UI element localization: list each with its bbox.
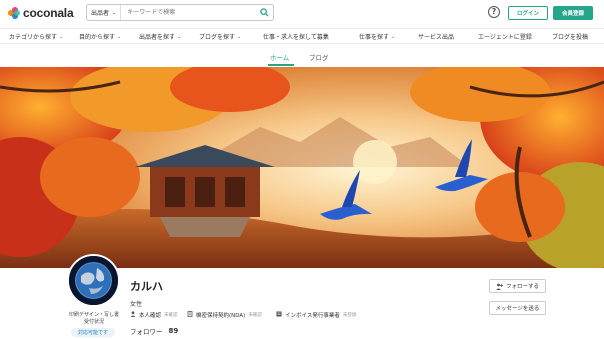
verification-status: 未確認 <box>248 313 262 318</box>
verification-label: 機密保持契約(NDA) <box>196 313 246 319</box>
search-button[interactable] <box>255 5 273 20</box>
search-input[interactable] <box>121 5 255 20</box>
status-badge: 対応可能です <box>71 328 115 337</box>
catnav-item-job-post[interactable]: 仕事・求人を探して募集 <box>263 32 329 41</box>
chevron-down-icon: ⌄ <box>391 33 396 40</box>
catnav-label: 仕事・求人を探して募集 <box>263 34 329 41</box>
catnav-label: 出品者を探す <box>139 34 176 41</box>
catnav-label: 目的から探す <box>79 34 116 41</box>
register-button[interactable]: 会員登録 <box>553 6 593 20</box>
verification-status: 未登録 <box>342 313 357 318</box>
message-button-label: メッセージを送る <box>495 306 540 312</box>
login-button[interactable]: ログイン <box>508 6 548 20</box>
avatar-caption: 印刷デザイン・写し書 受付状況 <box>68 312 119 325</box>
earth-avatar-icon <box>69 256 118 305</box>
logo[interactable]: coconala <box>8 6 74 20</box>
active-tab-indicator <box>268 64 294 66</box>
verification-label: インボイス発行事業者 <box>285 313 340 319</box>
catnav-label: サービス出品 <box>418 34 455 41</box>
catnav-item-sell-service[interactable]: サービス出品 <box>418 32 454 41</box>
invoice-icon <box>276 311 282 319</box>
verification-status: 未確認 <box>164 313 178 318</box>
profile-page: coconala 出品者 ⌄ ? ログイン 会員登録 カテゴリから探す⌄ 目的か… <box>0 0 604 339</box>
verification-identity: 本人確認 未確認 <box>130 311 178 319</box>
chevron-down-icon: ⌄ <box>237 33 242 40</box>
profile-tabs: ホーム ブログ <box>0 46 604 66</box>
cover-image <box>0 67 604 268</box>
search-icon <box>259 8 269 17</box>
document-icon <box>187 311 193 319</box>
catnav-item-post-blog[interactable]: ブログを投稿 <box>552 32 588 41</box>
tab-blog[interactable]: ブログ <box>309 52 329 62</box>
catnav-label: カテゴリから探す <box>9 34 58 41</box>
follow-button-label: フォローする <box>505 284 539 290</box>
profile-name: カルハ <box>130 280 163 293</box>
profile-gender: 女性 <box>130 301 143 308</box>
search-category-select[interactable]: 出品者 ⌄ <box>87 5 122 20</box>
catnav-label: エージェントに登録 <box>478 34 532 41</box>
tab-home[interactable]: ホーム <box>270 52 289 62</box>
avatar[interactable] <box>67 254 120 307</box>
help-icon[interactable]: ? <box>488 6 500 18</box>
followers-label: フォロワー <box>130 328 163 336</box>
catnav-label: 仕事を探す <box>359 34 390 41</box>
follow-button[interactable]: フォローする <box>489 279 546 293</box>
category-nav: カテゴリから探す ⌄ 目的から探す ⌄ 出品者を探す ⌄ ブログを探す ⌄ 仕事・求人を… <box>0 28 604 44</box>
search-category-label: 出品者 <box>91 10 110 17</box>
message-button[interactable]: メッセージを送る <box>489 301 546 315</box>
catnav-item-agent[interactable]: エージェントに登録 <box>478 32 532 41</box>
verification-label: 本人確認 <box>139 313 162 319</box>
top-header: coconala 出品者 ⌄ ? ログイン 会員登録 <box>0 0 604 26</box>
verification-invoice: インボイス発行事業者 未登録 <box>276 311 356 319</box>
catnav-item-category[interactable]: カテゴリから探す ⌄ <box>9 32 64 42</box>
person-icon <box>130 311 136 319</box>
catnav-item-sellers[interactable]: 出品者を探す ⌄ <box>139 32 182 42</box>
catnav-item-purpose[interactable]: 目的から探す ⌄ <box>79 32 122 42</box>
chevron-down-icon: ⌄ <box>59 33 64 40</box>
followers[interactable]: フォロワー 89 <box>130 326 178 336</box>
catnav-label: ブログを投稿 <box>552 34 589 41</box>
catnav-label: ブログを探す <box>199 34 236 41</box>
logo-text: coconala <box>23 6 74 20</box>
chevron-down-icon: ⌄ <box>117 33 122 40</box>
add-user-icon <box>495 283 503 290</box>
chevron-down-icon: ⌄ <box>177 33 182 40</box>
verification-nda: 機密保持契約(NDA) 未確認 <box>187 311 262 319</box>
catnav-item-blog[interactable]: ブログを探す ⌄ <box>199 32 242 42</box>
followers-count: 89 <box>168 327 179 335</box>
search-bar: 出品者 ⌄ <box>86 4 274 21</box>
coconala-logo-icon <box>8 7 20 19</box>
catnav-item-find-work[interactable]: 仕事を探す ⌄ <box>359 32 396 42</box>
chevron-down-icon: ⌄ <box>112 9 117 16</box>
